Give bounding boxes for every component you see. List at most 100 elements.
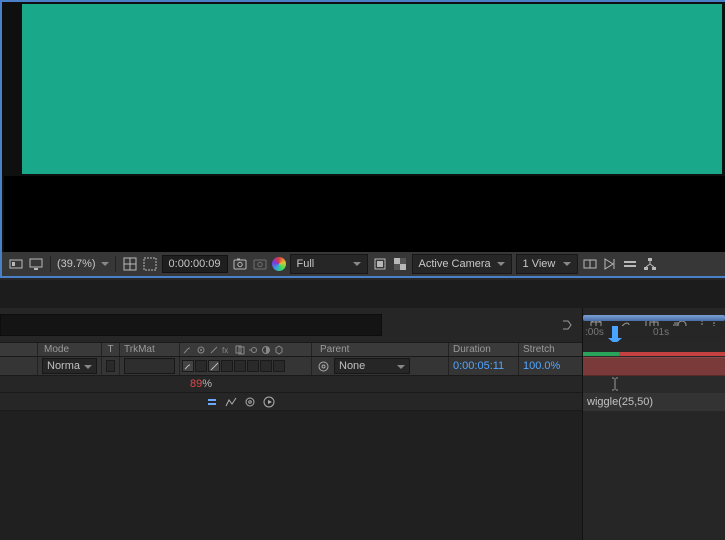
- color-channel-icon[interactable]: [272, 257, 286, 271]
- resolution-value: Full: [297, 258, 315, 270]
- stretch-header[interactable]: Stretch: [519, 343, 583, 356]
- blend-mode-dropdown[interactable]: Norma: [42, 358, 97, 374]
- view-layout-dropdown[interactable]: 1 View: [516, 254, 578, 274]
- expression-enable-icon[interactable]: [205, 395, 219, 409]
- camera-value: Active Camera: [419, 258, 491, 270]
- duration-cell[interactable]: 0:00:05:11: [449, 357, 519, 375]
- panel-divider[interactable]: [0, 280, 725, 308]
- av-columns-header: [0, 343, 38, 356]
- pixel-aspect-icon[interactable]: [582, 256, 598, 272]
- resolution-dropdown[interactable]: Full: [290, 254, 368, 274]
- separator: [115, 256, 116, 272]
- viewer-pasteboard: [4, 176, 725, 252]
- mode-header[interactable]: Mode: [38, 343, 102, 356]
- 3d-switch-icon: [273, 344, 285, 356]
- separator: [50, 256, 51, 272]
- expression-field[interactable]: wiggle(25,50): [583, 393, 725, 411]
- parent-header[interactable]: Parent: [312, 343, 449, 356]
- text-cursor-icon: [611, 377, 619, 391]
- fast-preview-icon[interactable]: [602, 256, 618, 272]
- timeline-search-input[interactable]: [0, 314, 382, 336]
- frame-blend-switch-icon: [234, 344, 246, 356]
- collapse-switch-icon: [195, 344, 207, 356]
- comp-canvas[interactable]: [22, 4, 722, 174]
- transparency-grid-icon[interactable]: [392, 256, 408, 272]
- mask-visibility-icon[interactable]: [142, 256, 158, 272]
- quality-toggle[interactable]: [208, 360, 220, 372]
- property-value[interactable]: 89%: [190, 378, 212, 390]
- motion-blur-switch-icon: [247, 344, 259, 356]
- cached-frames-indicator: [583, 352, 619, 356]
- av-cells[interactable]: [0, 357, 38, 375]
- time-ruler-strip: [583, 342, 725, 357]
- timeline-split-divider[interactable]: [582, 308, 583, 540]
- property-unit: %: [202, 378, 212, 390]
- expression-language-menu-icon[interactable]: [262, 395, 276, 409]
- fx-switch-icon: fx: [221, 344, 233, 356]
- grid-icon[interactable]: [122, 256, 138, 272]
- frame-blend-toggle[interactable]: [234, 360, 246, 372]
- active-camera-dropdown[interactable]: Active Camera: [412, 254, 512, 274]
- trkmat-dropdown[interactable]: [124, 358, 175, 374]
- show-snapshot-icon[interactable]: [252, 256, 268, 272]
- region-of-interest-icon[interactable]: [372, 256, 388, 272]
- viewer-toolbar: (39.7%) 0:00:00:09 Full Active Camera 1 …: [0, 252, 725, 278]
- chevron-down-icon: [84, 365, 92, 369]
- timeline-column-headers: Mode T TrkMat fx Parent Duration Stretch: [0, 342, 583, 357]
- property-row-track[interactable]: [583, 376, 725, 393]
- timeline-body-left[interactable]: [0, 411, 583, 540]
- ruler-tick: 01s: [653, 327, 669, 338]
- comp-mini-flowchart-icon[interactable]: [559, 316, 577, 334]
- monitor-icon[interactable]: [28, 256, 44, 272]
- view-layout-value: 1 View: [523, 258, 556, 270]
- uncached-frames-indicator: [619, 352, 725, 356]
- adjustment-switch-icon: [260, 344, 272, 356]
- timeline-icon[interactable]: [622, 256, 638, 272]
- expression-graph-icon[interactable]: [224, 395, 238, 409]
- preserve-transparency-toggle[interactable]: [106, 360, 115, 372]
- property-row[interactable]: 89%: [0, 376, 583, 393]
- work-area-bar[interactable]: [583, 315, 725, 321]
- svg-text:fx: fx: [222, 346, 228, 355]
- zoom-dropdown[interactable]: (39.7%): [57, 258, 109, 270]
- chevron-down-icon: [563, 262, 571, 266]
- property-number: 89: [190, 378, 202, 390]
- cti-playhead[interactable]: [612, 326, 618, 338]
- chevron-down-icon: [101, 262, 109, 266]
- preserve-transparency-header[interactable]: T: [102, 343, 120, 356]
- expression-text: wiggle(25,50): [587, 396, 653, 408]
- current-time-display[interactable]: 0:00:00:09: [162, 255, 228, 273]
- chevron-down-icon: [353, 262, 361, 266]
- collapse-toggle[interactable]: [195, 360, 207, 372]
- expression-pickwhip-icon[interactable]: [243, 395, 257, 409]
- parent-dropdown[interactable]: None: [334, 358, 410, 374]
- ruler-tick: :00s: [585, 327, 604, 338]
- snapshot-icon[interactable]: [232, 256, 248, 272]
- quality-switch-icon: [208, 344, 220, 356]
- shy-toggle[interactable]: [182, 360, 194, 372]
- flowchart-icon[interactable]: [642, 256, 658, 272]
- chevron-down-icon: [497, 262, 505, 266]
- timeline-panel: :00s 01s Mode T TrkMat fx Parent Duratio…: [0, 308, 725, 540]
- layer-duration-bar[interactable]: [583, 357, 725, 376]
- time-ruler[interactable]: :00s 01s: [583, 326, 725, 340]
- switches-header: fx: [180, 343, 312, 356]
- expression-row: [0, 393, 583, 411]
- fx-toggle[interactable]: [221, 360, 233, 372]
- blend-mode-value: Norma: [47, 360, 80, 372]
- 3d-toggle[interactable]: [273, 360, 285, 372]
- layer-row[interactable]: Norma None 0:00:05:11: [0, 357, 583, 376]
- chevron-down-icon: [397, 365, 405, 369]
- zoom-value: (39.7%): [57, 258, 96, 270]
- timeline-body-right[interactable]: [583, 411, 725, 540]
- duration-header[interactable]: Duration: [449, 343, 519, 356]
- pickwhip-icon[interactable]: [316, 359, 330, 373]
- parent-value: None: [339, 360, 365, 372]
- current-time-value: 0:00:00:09: [169, 258, 221, 270]
- adjustment-toggle[interactable]: [260, 360, 272, 372]
- trkmat-header[interactable]: TrkMat: [120, 343, 180, 356]
- stretch-cell[interactable]: 100.0%: [519, 357, 583, 375]
- motion-blur-toggle[interactable]: [247, 360, 259, 372]
- shy-switch-icon: [182, 344, 194, 356]
- always-preview-icon[interactable]: [8, 256, 24, 272]
